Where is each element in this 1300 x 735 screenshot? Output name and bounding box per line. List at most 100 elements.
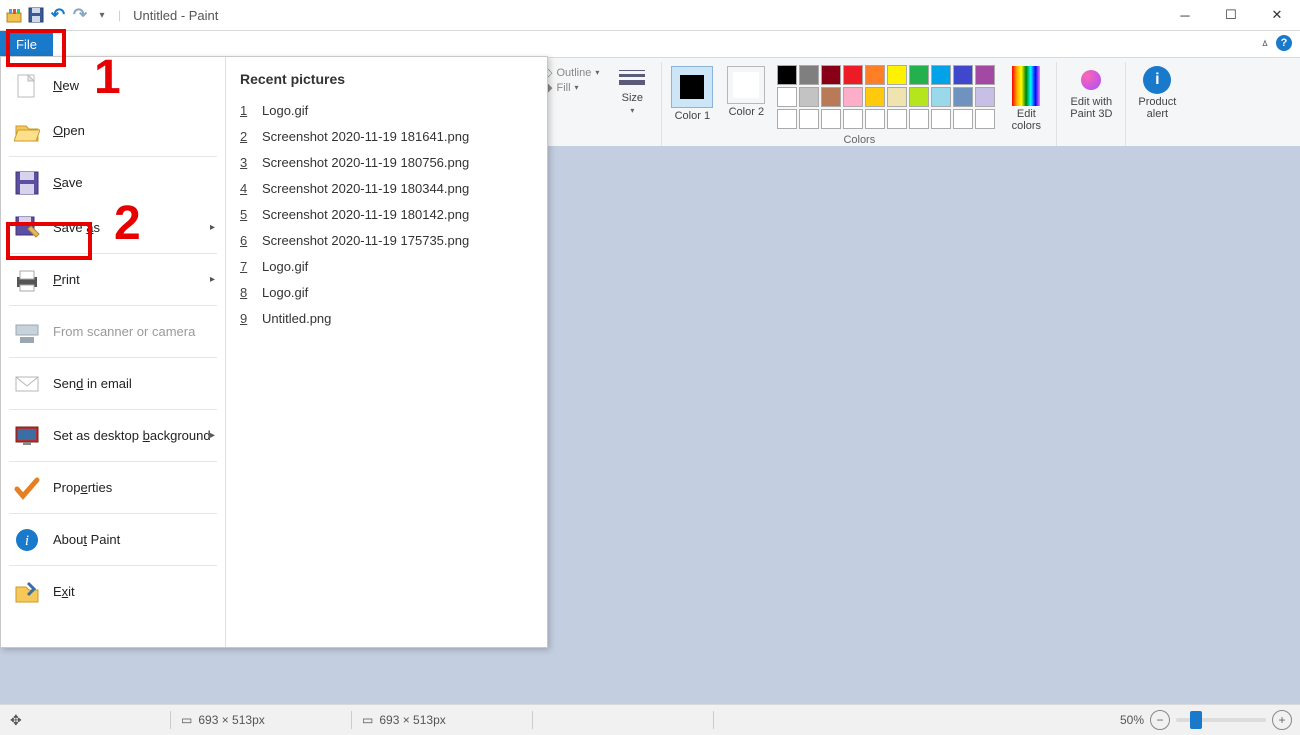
color-swatch[interactable]	[843, 109, 863, 129]
menu-properties[interactable]: Properties	[1, 465, 225, 510]
ribbon-collapse-icon[interactable]: ㅿ	[1260, 35, 1270, 51]
recent-item[interactable]: 6Screenshot 2020-11-19 175735.png	[240, 227, 533, 253]
recent-item-name: Screenshot 2020-11-19 181641.png	[262, 129, 469, 144]
color2-swatch	[727, 66, 765, 104]
zoom-out-button[interactable]: −	[1150, 710, 1170, 730]
annotation-box-2	[6, 222, 92, 260]
paint3d-button[interactable]: Edit with Paint 3D	[1063, 62, 1119, 120]
recent-item[interactable]: 4 Screenshot 2020-11-19 180344.png	[240, 175, 533, 201]
menu-open[interactable]: Open	[1, 108, 225, 153]
status-selection: ▭ 693 × 513px	[171, 713, 351, 727]
shape-outline[interactable]: ◇Outline ▾	[544, 66, 599, 79]
recent-item[interactable]: 3Screenshot 2020-11-19 180756.png	[240, 149, 533, 175]
color1-swatch	[671, 66, 713, 108]
color-swatch[interactable]	[953, 109, 973, 129]
new-icon	[13, 72, 41, 100]
color-swatch[interactable]	[843, 87, 863, 107]
color-swatch[interactable]	[799, 109, 819, 129]
menu-send-email[interactable]: Send in email	[1, 361, 225, 406]
recent-item-number: 1	[240, 103, 248, 118]
annotation-number-2: 2	[114, 196, 141, 251]
recent-item-number: 3	[240, 155, 248, 170]
shape-options: ◇Outline ▾ ◆Fill ▾	[540, 62, 603, 94]
color-swatch[interactable]	[975, 109, 995, 129]
exit-icon	[13, 578, 41, 606]
color-swatch[interactable]	[821, 65, 841, 85]
color-swatch[interactable]	[909, 109, 929, 129]
recent-item-name: Screenshot 2020-11-19 180344.png	[262, 181, 469, 196]
color-swatch[interactable]	[777, 65, 797, 85]
color-swatch[interactable]	[865, 65, 885, 85]
menu-print[interactable]: Print ▸	[1, 257, 225, 302]
menu-exit[interactable]: Exit	[1, 569, 225, 614]
color-swatch[interactable]	[843, 65, 863, 85]
recent-item[interactable]: 2Screenshot 2020-11-19 181641.png	[240, 123, 533, 149]
size-button[interactable]: Size ▾	[608, 62, 656, 115]
color-swatch[interactable]	[887, 65, 907, 85]
color-swatch[interactable]	[975, 87, 995, 107]
shape-fill[interactable]: ◆Fill ▾	[544, 81, 599, 94]
save-icon[interactable]	[28, 7, 44, 23]
menu-about[interactable]: i About Paint	[1, 517, 225, 562]
recent-item-number: 8	[240, 285, 248, 300]
help-icon[interactable]: ?	[1276, 35, 1292, 51]
color-swatch[interactable]	[821, 87, 841, 107]
color-palette	[776, 64, 996, 130]
color-swatch[interactable]	[777, 87, 797, 107]
ribbon-tabs: File ㅿ ?	[0, 31, 1300, 58]
status-cursor: ✥	[0, 712, 170, 729]
qat-customize-icon[interactable]: ▾	[94, 7, 110, 23]
cursor-icon: ✥	[10, 712, 22, 729]
zoom-level: 50%	[1120, 713, 1144, 727]
zoom-thumb[interactable]	[1190, 711, 1202, 729]
color-swatch[interactable]	[887, 87, 907, 107]
color2-button[interactable]: Color 2	[722, 62, 770, 118]
color-swatch[interactable]	[887, 109, 907, 129]
color-swatch[interactable]	[799, 87, 819, 107]
color-swatch[interactable]	[931, 109, 951, 129]
edit-colors-button[interactable]: Edit colors	[1002, 62, 1050, 132]
rainbow-icon	[1012, 66, 1040, 106]
recent-title: Recent pictures	[240, 71, 533, 87]
recent-item[interactable]: 5Screenshot 2020-11-19 180142.png	[240, 201, 533, 227]
canvas-size-icon: ▭	[362, 713, 373, 727]
color-swatch[interactable]	[865, 109, 885, 129]
window-title: Untitled - Paint	[133, 8, 218, 23]
color-swatch[interactable]	[909, 65, 929, 85]
recent-item-name: Logo.gif	[262, 285, 308, 300]
scanner-icon	[13, 318, 41, 346]
color1-button[interactable]: Color 1	[668, 62, 716, 122]
file-menu-items: New Open Save Save as ▸ Print ▸ From sca…	[1, 57, 226, 647]
recent-item[interactable]: 1Logo.gif	[240, 97, 533, 123]
undo-icon[interactable]: ↶	[50, 7, 66, 23]
color-swatch[interactable]	[865, 87, 885, 107]
size-icon	[619, 70, 645, 90]
color-swatch[interactable]	[931, 65, 951, 85]
color-swatch[interactable]	[931, 87, 951, 107]
color-swatch[interactable]	[777, 109, 797, 129]
recent-item[interactable]: 7Logo.gif	[240, 253, 533, 279]
recent-item[interactable]: 8 Logo.gif	[240, 279, 533, 305]
color-swatch[interactable]	[909, 87, 929, 107]
minimize-button[interactable]: ─	[1162, 0, 1208, 30]
zoom-slider[interactable]	[1176, 718, 1266, 722]
color-swatch[interactable]	[975, 65, 995, 85]
menu-save[interactable]: Save	[1, 160, 225, 205]
recent-item-name: Untitled.png	[262, 311, 331, 326]
chevron-right-icon: ▸	[210, 430, 215, 441]
email-icon	[13, 370, 41, 398]
menu-scanner: From scanner or camera	[1, 309, 225, 354]
color-swatch[interactable]	[953, 65, 973, 85]
menu-desktop-bg[interactable]: Set as desktop background ▸	[1, 413, 225, 458]
open-icon	[13, 117, 41, 145]
recent-item[interactable]: 9Untitled.png	[240, 305, 533, 331]
color-swatch[interactable]	[953, 87, 973, 107]
product-alert-button[interactable]: i Product alert	[1132, 62, 1182, 120]
close-button[interactable]: ✕	[1254, 0, 1300, 30]
color-swatch[interactable]	[799, 65, 819, 85]
color-swatch[interactable]	[821, 109, 841, 129]
recent-item-number: 4	[240, 181, 248, 196]
redo-icon[interactable]: ↷	[72, 7, 88, 23]
maximize-button[interactable]: ☐	[1208, 0, 1254, 30]
zoom-in-button[interactable]: +	[1272, 710, 1292, 730]
